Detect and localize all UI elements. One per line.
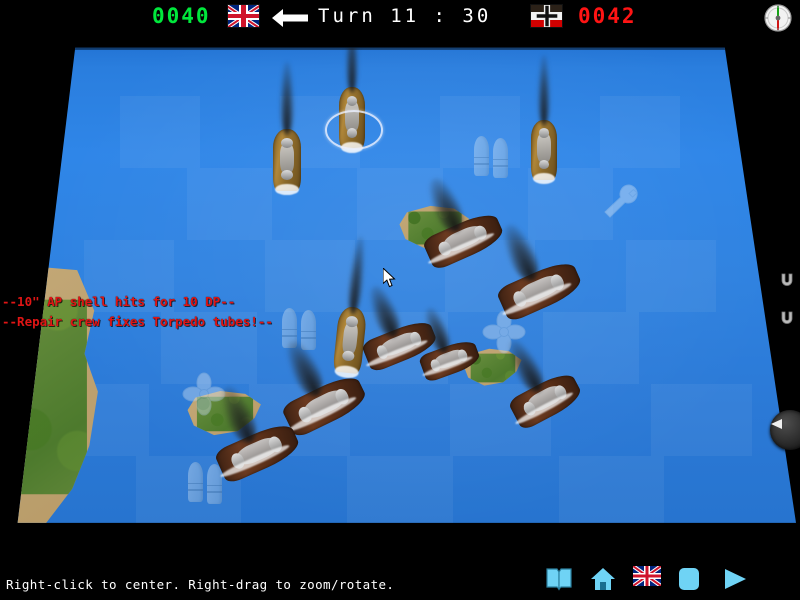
ship-smoke-plume — [537, 55, 551, 126]
repair-wrench-marker[interactable] — [600, 182, 642, 224]
wrench-icon — [604, 184, 638, 218]
shell-icon — [474, 136, 489, 176]
ship-turret — [281, 137, 293, 148]
nation-button[interactable] — [633, 566, 661, 594]
book-button[interactable] — [545, 566, 573, 594]
horseshoe-magnet-icon[interactable] — [779, 310, 795, 326]
ship-british-3[interactable] — [531, 55, 557, 185]
shell-marker-lower[interactable] — [188, 462, 224, 506]
dial-pointer-icon — [771, 419, 782, 429]
imperial-german-naval-flag-icon — [530, 4, 563, 28]
shell-icon — [207, 464, 222, 504]
ship-turret — [281, 169, 293, 180]
turn-counter: Turn 11 : 30 — [318, 5, 492, 27]
union-jack-flag-icon — [633, 566, 661, 586]
shell-marker-upper[interactable] — [474, 136, 510, 180]
ship-turret — [346, 95, 358, 106]
house-icon — [589, 566, 617, 592]
shell-icon — [493, 138, 508, 178]
selected-ship-ring — [324, 110, 384, 150]
open-book-icon — [545, 566, 573, 592]
status-hint-text: Right-click to center. Right-drag to zoo… — [6, 577, 395, 592]
combat-log: --10" AP shell hits for 10 DP-- --Repair … — [2, 292, 273, 332]
compass-rose-icon[interactable] — [762, 2, 794, 34]
german-score: 0042 — [578, 4, 637, 28]
mouse-cursor — [382, 266, 397, 288]
turn-direction-left-arrow-icon — [272, 8, 308, 28]
play-button[interactable] — [721, 566, 749, 594]
horseshoe-magnet-icon[interactable] — [779, 272, 795, 288]
end-turn-button[interactable] — [677, 566, 705, 594]
top-status-bar: 0040 Turn 11 : 30 0042 — [0, 0, 800, 36]
bottom-toolbar[interactable] — [545, 564, 749, 596]
union-jack-flag-icon — [227, 4, 260, 28]
rounded-square-icon — [677, 566, 705, 592]
british-score: 0040 — [152, 4, 211, 28]
game-screen: --10" AP shell hits for 10 DP-- --Repair … — [0, 0, 800, 600]
ship-british-2[interactable] — [273, 62, 301, 196]
ship-smoke-plume — [280, 62, 294, 136]
shell-icon — [188, 462, 203, 502]
home-button[interactable] — [589, 566, 617, 594]
combat-log-line: --10" AP shell hits for 10 DP-- — [2, 294, 236, 309]
propeller-icon — [182, 372, 226, 416]
play-triangle-icon — [721, 566, 749, 592]
combat-log-line: --Repair crew fixes Torpedo tubes!-- — [2, 314, 273, 329]
